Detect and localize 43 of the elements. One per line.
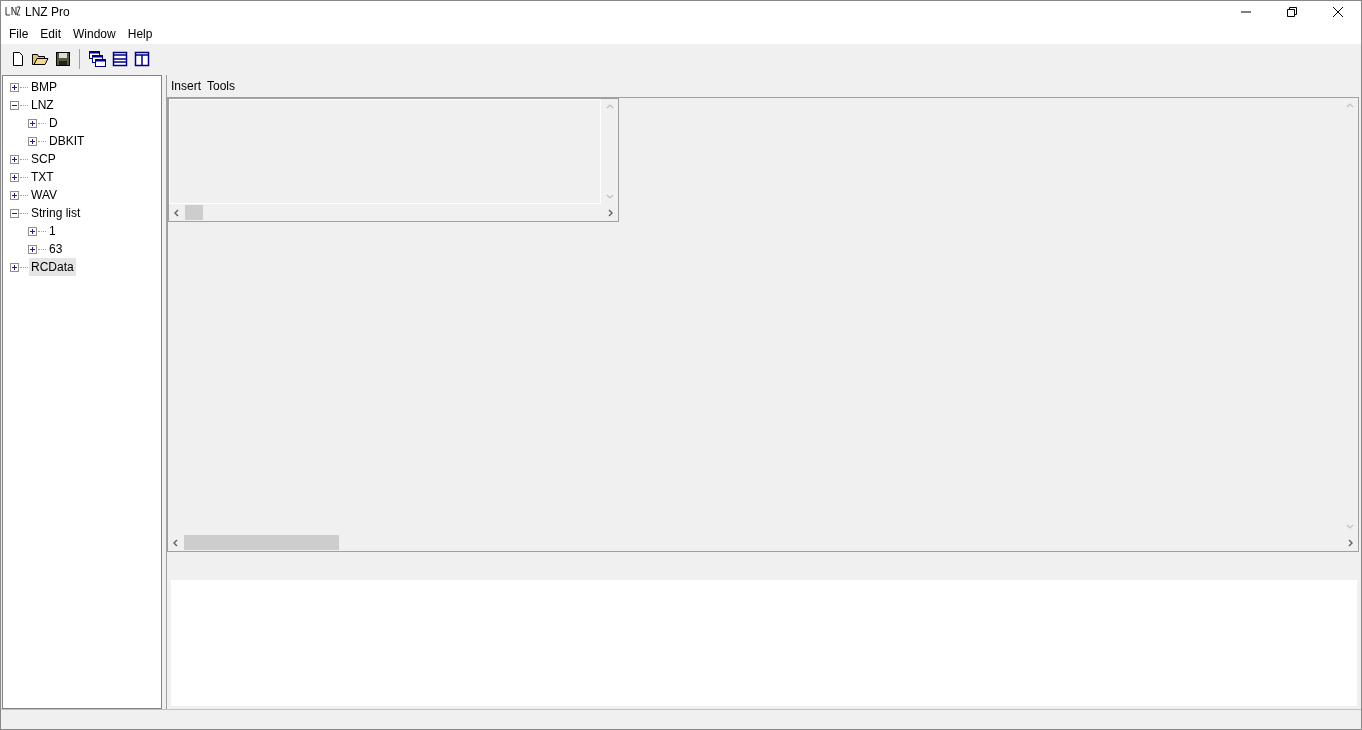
tree-item[interactable]: RCData: [29, 258, 76, 276]
tree-item[interactable]: 63: [47, 240, 65, 258]
collapse-icon[interactable]: [10, 208, 19, 218]
expand-icon[interactable]: [10, 172, 19, 182]
tree-item[interactable]: BMP: [29, 78, 59, 96]
scroll-thumb[interactable]: [184, 535, 339, 550]
tree-item[interactable]: TXT: [29, 168, 56, 186]
menu-item[interactable]: Tools: [205, 77, 238, 95]
menu-item[interactable]: Help: [121, 24, 159, 43]
cascade-windows-icon[interactable]: [88, 49, 106, 68]
expand-icon[interactable]: [10, 190, 19, 200]
scroll-right-icon[interactable]: [1346, 538, 1354, 547]
tree-item[interactable]: LNZ: [29, 96, 56, 114]
expand-icon[interactable]: [28, 136, 37, 146]
expand-icon[interactable]: [28, 118, 37, 128]
save-icon[interactable]: [55, 50, 71, 67]
tree-item[interactable]: String list: [29, 204, 83, 222]
tile-vertical-icon[interactable]: [134, 50, 150, 67]
expand-icon[interactable]: [10, 82, 19, 92]
tree-item[interactable]: DBKIT: [47, 132, 87, 150]
menu-item[interactable]: Edit: [34, 24, 68, 43]
scroll-left-icon[interactable]: [173, 208, 181, 217]
tile-horizontal-icon[interactable]: [112, 50, 128, 67]
collapse-icon[interactable]: [10, 100, 19, 110]
restore-icon: [1287, 7, 1297, 17]
scroll-thumb[interactable]: [185, 205, 203, 220]
close-icon: [1333, 7, 1343, 17]
window-title: LNZ Pro: [25, 4, 70, 21]
menu-item[interactable]: Insert: [169, 77, 203, 95]
expand-icon[interactable]: [28, 226, 37, 236]
tree-item[interactable]: WAV: [29, 186, 59, 204]
tree-item[interactable]: SCP: [29, 150, 58, 168]
expand-icon[interactable]: [28, 244, 37, 254]
scroll-right-icon[interactable]: [606, 208, 614, 217]
expand-icon[interactable]: [10, 154, 19, 164]
scroll-left-icon[interactable]: [172, 538, 180, 547]
new-file-icon[interactable]: [11, 50, 25, 67]
expand-icon[interactable]: [10, 262, 19, 272]
tree-item[interactable]: 1: [47, 222, 58, 240]
tree-item[interactable]: D: [47, 114, 60, 132]
menu-item[interactable]: File: [3, 24, 35, 43]
app-logo-icon: [5, 5, 21, 19]
menu-item[interactable]: Window: [67, 24, 122, 43]
